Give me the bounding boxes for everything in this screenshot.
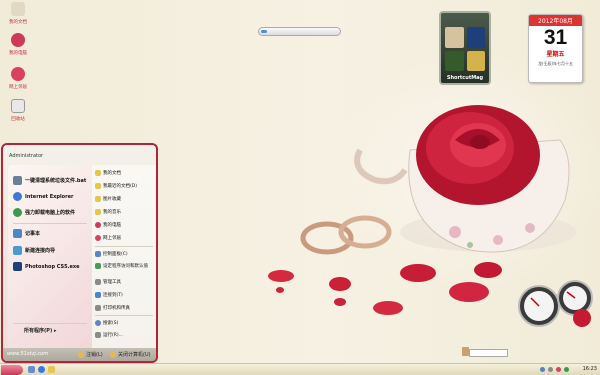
menu-item-notepad[interactable]: 记事本 — [13, 229, 40, 238]
calendar-lunar: 龙(壬辰)年七月十五 — [537, 61, 574, 66]
top-progress-bar[interactable] — [258, 27, 341, 36]
shortcut-caption: ShortcutMag — [446, 75, 484, 81]
petal-decoration — [573, 309, 591, 327]
photoshop-icon — [13, 262, 22, 271]
internet-explorer-icon[interactable] — [38, 366, 45, 373]
all-programs-button[interactable]: 所有程序(P) ▸ — [24, 327, 57, 334]
desktop-icon-my-documents[interactable]: 我的文档 — [1, 2, 35, 25]
menu-item-music[interactable]: 我的音乐 — [95, 209, 121, 215]
show-desktop-icon[interactable] — [28, 366, 35, 373]
calendar-gadget[interactable]: 2012年08月 31 星期五 龙(壬辰)年七月十五 — [528, 14, 583, 83]
network-connect-icon — [95, 292, 101, 298]
power-icon — [110, 351, 116, 358]
run-icon — [95, 332, 101, 338]
printer-icon — [95, 305, 101, 311]
heart-network-icon — [95, 235, 101, 241]
menu-item-network[interactable]: 网上邻居 — [95, 235, 121, 241]
uninstall-icon — [13, 208, 22, 217]
search-toolbar-icon[interactable] — [462, 347, 469, 356]
menu-item-my-documents[interactable]: 我的文档 — [95, 170, 121, 176]
start-menu-username: Administrator — [9, 153, 44, 159]
menu-item-printers[interactable]: 打印机和传真 — [95, 305, 130, 311]
heart-computer-icon — [95, 222, 101, 228]
menu-item-recent-documents[interactable]: 我最近的文档(D) — [95, 183, 137, 189]
control-panel-icon — [95, 251, 101, 257]
app-shortcut-icon[interactable] — [466, 50, 485, 71]
start-button[interactable] — [1, 365, 23, 375]
divider — [13, 323, 87, 324]
divider — [95, 315, 153, 316]
menu-item-run[interactable]: 运行(R)... — [95, 332, 123, 338]
folder-icon — [95, 170, 101, 176]
internet-explorer-icon — [13, 192, 22, 201]
search-icon — [95, 320, 101, 326]
batch-file-icon — [13, 176, 22, 185]
menu-item-pictures[interactable]: 图片收藏 — [95, 196, 121, 202]
volume-tray-icon[interactable] — [548, 367, 553, 372]
divider — [95, 246, 153, 247]
folder-icon — [95, 196, 101, 202]
heart-computer-icon — [11, 33, 25, 47]
menu-item-default-programs[interactable]: 设定程序访问和默认值 — [95, 263, 148, 269]
start-menu-footer: www.51xtzj.com 注销(L) 关闭计算机(U) — [3, 348, 156, 361]
progress-fill — [261, 30, 267, 33]
logoff-icon — [78, 351, 84, 358]
desktop-icon-network[interactable]: 网上邻居 — [1, 67, 35, 90]
menu-item-control-panel[interactable]: 控制面板(C) — [95, 251, 128, 257]
footer-url: www.51xtzj.com — [7, 351, 49, 357]
menu-item-clean-junk[interactable]: 一键清理系统垃圾文件.bat — [13, 176, 86, 185]
menu-item-internet-explorer[interactable]: Internet Explorer — [13, 192, 73, 201]
security-tray-icon[interactable] — [556, 367, 561, 372]
calendar-month: 2012年08月 — [529, 15, 582, 26]
app-tray-icon[interactable] — [564, 367, 569, 372]
heart-network-icon — [11, 67, 25, 81]
desktop-icon-my-computer[interactable]: 我的电脑 — [1, 33, 35, 56]
taskbar: 16:23 — [0, 363, 600, 375]
menu-item-photoshop[interactable]: Photoshop CS5.exe — [13, 262, 80, 271]
menu-item-connect-to[interactable]: 连接到(T) — [95, 292, 123, 298]
photoshop-icon[interactable] — [466, 27, 485, 48]
app-shortcut-icon[interactable] — [445, 27, 464, 48]
network-tray-icon[interactable] — [540, 367, 545, 372]
taskbar-search-input[interactable] — [469, 349, 508, 357]
logoff-button[interactable]: 注销(L) — [78, 351, 103, 358]
menu-item-uninstall[interactable]: 强力卸载电脑上的软件 — [13, 208, 75, 217]
menu-item-search[interactable]: 搜索(S) — [95, 320, 118, 326]
menu-item-admin-tools[interactable]: 管理工具 — [95, 279, 121, 285]
folder-icon — [95, 183, 101, 189]
calendar-day: 31 — [543, 26, 568, 49]
folder-icon[interactable] — [48, 366, 55, 373]
shortcut-gadget[interactable]: ShortcutMag — [439, 11, 491, 85]
desktop-icon-recycle-bin[interactable]: 回收站 — [1, 99, 35, 122]
system-places-panel: 我的文档 我最近的文档(D) 图片收藏 我的音乐 我的电脑 网上邻居 控制面板(… — [92, 165, 156, 357]
cpu-memory-gauge-gadget[interactable] — [517, 276, 597, 332]
menu-item-my-computer[interactable]: 我的电脑 — [95, 222, 121, 228]
recycle-bin-icon — [11, 99, 25, 113]
menu-item-connection-wizard[interactable]: 新建连接向导 — [13, 246, 55, 255]
calendar-weekday: 星期五 — [546, 51, 565, 58]
shutdown-button[interactable]: 关闭计算机(U) — [110, 351, 151, 358]
folder-icon — [11, 2, 25, 16]
divider — [13, 223, 87, 224]
arrow-right-icon: ▸ — [54, 328, 57, 334]
connection-wizard-icon — [13, 246, 22, 255]
notepad-icon — [13, 229, 22, 238]
start-menu[interactable]: Administrator 一键清理系统垃圾文件.bat Internet Ex… — [1, 143, 158, 363]
dreamweaver-icon[interactable] — [445, 50, 464, 71]
taskbar-clock[interactable]: 16:23 — [583, 366, 597, 372]
folder-icon — [95, 209, 101, 215]
default-programs-icon — [95, 263, 101, 269]
admin-tools-icon — [95, 279, 101, 285]
